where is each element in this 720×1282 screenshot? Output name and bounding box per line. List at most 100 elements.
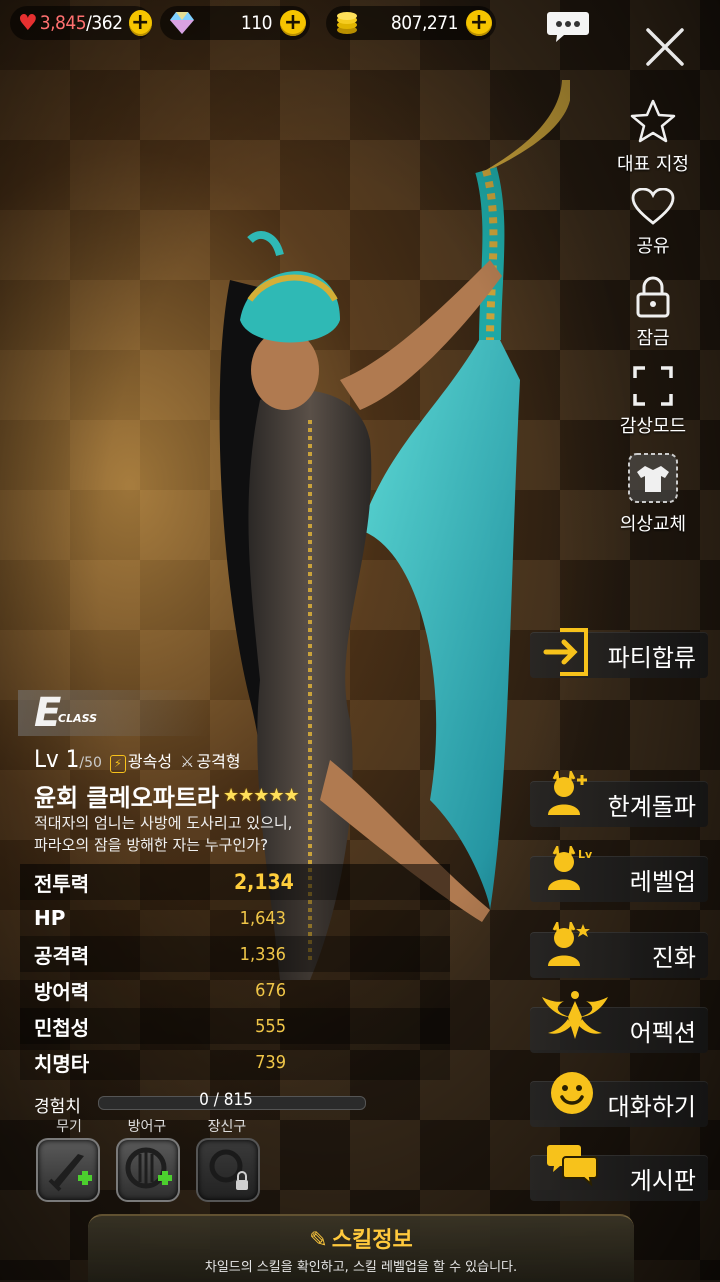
- class-word: CLASS: [58, 712, 98, 725]
- stat-value: 2,134: [234, 870, 294, 894]
- crossed-swords-icon: ⚔: [180, 752, 195, 771]
- add-gem-button[interactable]: +: [280, 10, 306, 36]
- type-label: 공격형: [196, 752, 241, 771]
- weapon-slot[interactable]: [36, 1138, 100, 1202]
- limit-break-label: 한계돌파: [607, 792, 696, 821]
- board-label: 게시판: [629, 1166, 696, 1195]
- shield-icon: [125, 1147, 172, 1189]
- armor-slot[interactable]: [116, 1138, 180, 1202]
- stamina-counter: ♥ 3,845 /362 +: [10, 6, 152, 40]
- side-label-lock: 잠금: [636, 328, 670, 349]
- description-line-1: 적대자의 엄니는 사방에 도사리고 있으니,: [34, 814, 293, 832]
- evolve-button[interactable]: 진화: [530, 922, 708, 978]
- level-up-icon: Lv: [548, 846, 593, 890]
- stat-row-agility: 민첩성 555: [20, 1008, 450, 1044]
- stat-value: 1,643: [239, 907, 286, 929]
- evolve-label: 진화: [651, 943, 696, 972]
- heart-icon: ♥: [18, 10, 38, 36]
- join-party-label: 파티합류: [607, 643, 696, 672]
- stat-row-defense: 방어력 676: [20, 972, 450, 1008]
- limit-break-icon: [548, 771, 587, 815]
- lock-icon: [636, 276, 670, 318]
- lock-button[interactable]: 잠금: [608, 276, 698, 350]
- join-party-button[interactable]: 파티합류: [530, 628, 708, 678]
- stat-value: 676: [255, 979, 286, 1001]
- view-mode-button[interactable]: 감상모드: [608, 366, 698, 438]
- stat-value: 739: [255, 1051, 286, 1073]
- talk-label: 대화하기: [607, 1092, 696, 1121]
- level-max: /50: [79, 755, 102, 771]
- element-label: 광속성: [127, 752, 173, 771]
- gem-counter: 110 +: [160, 6, 310, 40]
- affection-icon: [542, 991, 608, 1039]
- side-label-representative: 대표 지정: [617, 154, 689, 175]
- stamina-value: 3,845: [39, 12, 87, 34]
- enter-party-icon: [543, 628, 588, 676]
- add-gold-button[interactable]: +: [466, 10, 492, 36]
- side-label-share: 공유: [636, 236, 670, 257]
- gold-coin-icon: [337, 12, 357, 34]
- chat-icon[interactable]: [546, 10, 590, 44]
- skill-info-button[interactable]: ✎ 스킬정보 차일드의 스킬을 확인하고, 스킬 레벨업을 할 수 있습니다.: [88, 1214, 634, 1282]
- fullscreen-icon: [633, 366, 673, 406]
- level-up-label: 레벨업: [629, 867, 696, 896]
- close-icon[interactable]: [640, 22, 690, 72]
- stat-label: 공격력: [34, 943, 90, 968]
- level-up-button[interactable]: Lv 레벨업: [530, 846, 708, 902]
- set-representative-button[interactable]: 대표 지정: [608, 98, 698, 176]
- gem-icon: [170, 12, 194, 34]
- skill-title-text: 스킬정보: [331, 1228, 413, 1253]
- smile-icon: [551, 1072, 593, 1114]
- board-icon: [547, 1145, 598, 1187]
- sword-icon: [48, 1154, 92, 1192]
- skill-info-title: ✎ 스킬정보: [88, 1222, 634, 1254]
- side-label-costume: 의상교체: [619, 514, 687, 535]
- change-costume-button[interactable]: 의상교체: [608, 452, 698, 536]
- limit-break-button[interactable]: 한계돌파: [530, 771, 708, 827]
- stat-label: 민첩성: [34, 1015, 90, 1040]
- description-line-2: 파라오의 잠을 방해한 자는 누구인가?: [34, 836, 269, 854]
- stat-label: 전투력: [34, 871, 90, 896]
- board-button[interactable]: 게시판: [530, 1145, 708, 1201]
- share-button[interactable]: 공유: [608, 188, 698, 258]
- stats-table: 전투력 2,134 HP 1,643 공격력 1,336 방어력 676 민첩성…: [20, 864, 450, 1080]
- stamina-max: /362: [86, 12, 123, 34]
- armor-slot-label: 방어구: [127, 1119, 167, 1135]
- stat-label: 방어력: [34, 979, 90, 1004]
- character-name-row: 윤회 클레오파트라 ★★★★★: [34, 778, 300, 813]
- stat-row-hp: HP 1,643: [20, 900, 450, 936]
- stat-value: 1,336: [239, 943, 286, 965]
- class-banner: E CLASS: [18, 690, 208, 736]
- stat-label: 치명타: [34, 1051, 90, 1076]
- accessory-slot-label: 장신구: [207, 1119, 247, 1135]
- affection-label: 어펙션: [629, 1018, 696, 1047]
- evolve-icon: [548, 922, 590, 966]
- gold-value: 807,271: [390, 12, 459, 34]
- side-label-view-mode: 감상모드: [619, 416, 687, 437]
- svg-text:Lv: Lv: [578, 848, 593, 861]
- skill-info-subtitle: 차일드의 스킬을 확인하고, 스킬 레벨업을 할 수 있습니다.: [204, 1260, 518, 1275]
- affection-button[interactable]: 어펙션: [530, 991, 708, 1053]
- rarity-stars: ★★★★★: [223, 785, 300, 806]
- experience-label: 경험치: [34, 1097, 81, 1117]
- heart-outline-icon: [631, 188, 675, 225]
- star-outline-icon: [630, 99, 676, 143]
- weapon-slot-label: 무기: [56, 1119, 82, 1135]
- costume-icon: [628, 453, 678, 503]
- add-stamina-button[interactable]: +: [128, 10, 152, 36]
- light-element-icon: ⚡: [109, 755, 126, 773]
- stat-row-critical: 치명타 739: [20, 1044, 450, 1080]
- character-name: 윤회 클레오파트라: [34, 784, 219, 812]
- stat-label: HP: [34, 906, 66, 930]
- character-description: 적대자의 엄니는 사방에 도사리고 있으니, 파라오의 잠을 방해한 자는 누구…: [34, 812, 292, 856]
- talk-button[interactable]: 대화하기: [530, 1072, 708, 1127]
- accessory-slot[interactable]: [196, 1138, 260, 1202]
- gold-counter: 807,271 +: [326, 6, 496, 40]
- skill-icon: ✎: [309, 1228, 328, 1253]
- level-value: Lv 1: [34, 745, 80, 773]
- ring-lock-icon: [209, 1149, 248, 1190]
- stat-row-power: 전투력 2,134: [20, 864, 450, 900]
- level-row: Lv 1 /50 ⚡ 광속성 ⚔ 공격형: [34, 745, 249, 773]
- stat-row-attack: 공격력 1,336: [20, 936, 450, 972]
- experience-value: 0 / 815: [199, 1090, 253, 1110]
